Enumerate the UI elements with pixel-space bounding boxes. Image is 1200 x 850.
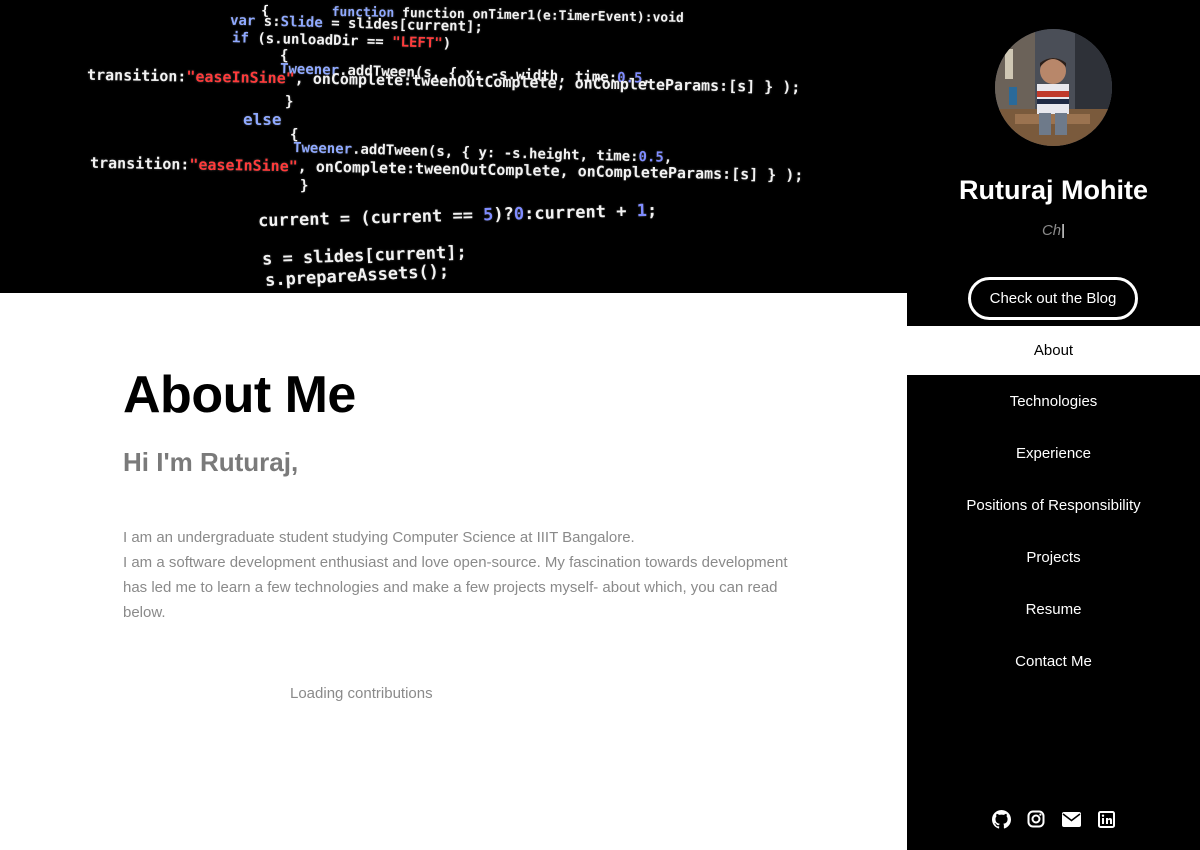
code-line: current = (current == 5)?0:current + 1;: [257, 200, 658, 232]
github-icon[interactable]: [991, 808, 1011, 830]
code-line: }: [300, 178, 309, 194]
profile-photo: [995, 29, 1112, 146]
instagram-icon[interactable]: [1026, 808, 1046, 830]
blog-button[interactable]: Check out the Blog: [968, 277, 1138, 320]
about-line-2: I am a software development enthusiast a…: [123, 554, 788, 621]
typed-text: Ch: [1041, 222, 1062, 239]
avatar: [995, 29, 1112, 146]
sidebar-nav: About Technologies Experience Positions …: [907, 326, 1200, 687]
contributions-loading-text: Loading contributions: [290, 685, 433, 702]
header-banner-image: { function function onTimer1(e:TimerEven…: [0, 0, 907, 293]
nav-item-contact[interactable]: Contact Me: [907, 635, 1200, 687]
sidebar: Ruturaj Mohite Ch| Check out the Blog Ab…: [907, 0, 1200, 850]
nav-item-experience[interactable]: Experience: [907, 427, 1200, 479]
about-description: I am an undergraduate student studying C…: [123, 525, 793, 625]
nav-item-projects[interactable]: Projects: [907, 531, 1200, 583]
linkedin-icon[interactable]: [1096, 808, 1116, 830]
about-line-1: I am an undergraduate student studying C…: [123, 529, 635, 546]
social-links: [907, 808, 1200, 830]
nav-item-technologies[interactable]: Technologies: [907, 375, 1200, 427]
about-subtitle: Hi I'm Ruturaj,: [123, 447, 299, 477]
nav-item-positions[interactable]: Positions of Responsibility: [907, 479, 1200, 531]
nav-item-about[interactable]: About: [907, 326, 1200, 375]
nav-item-resume[interactable]: Resume: [907, 583, 1200, 635]
about-title: About Me: [123, 366, 356, 424]
about-section: About Me Hi I'm Ruturaj, I am an undergr…: [0, 293, 907, 850]
typed-tagline: Ch|: [907, 222, 1200, 239]
code-line: }: [285, 94, 294, 110]
envelope-icon[interactable]: [1061, 808, 1081, 830]
code-line: else: [243, 110, 282, 129]
profile-name: Ruturaj Mohite: [959, 175, 1148, 205]
typed-cursor: |: [1061, 222, 1066, 239]
